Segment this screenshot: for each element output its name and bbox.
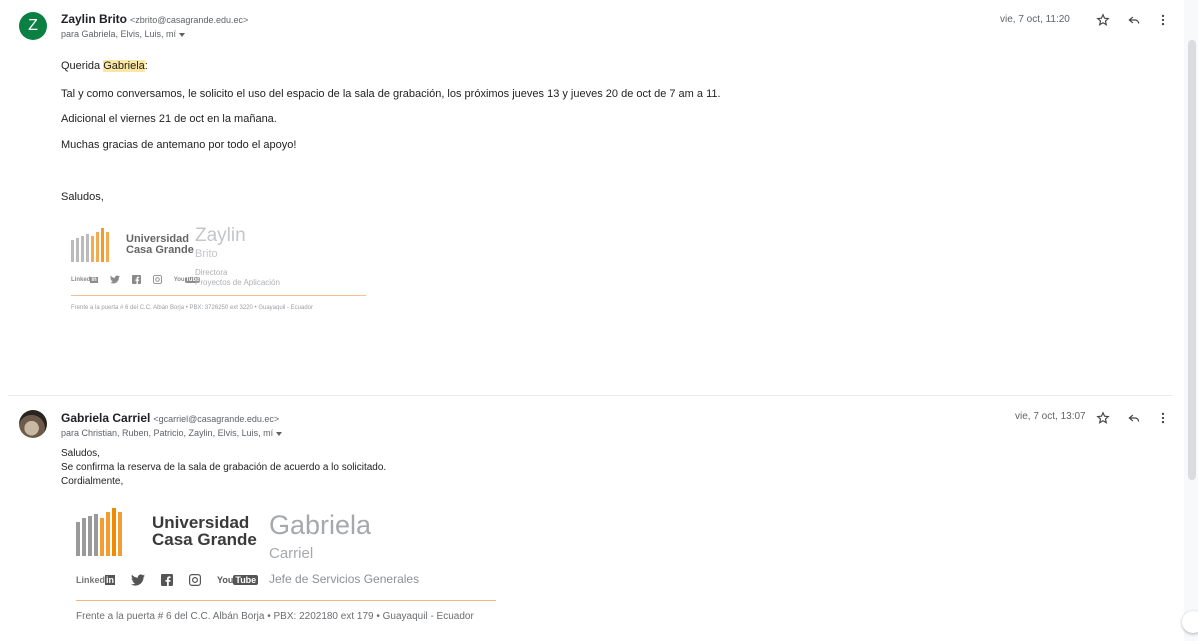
reply-button[interactable]	[1126, 12, 1142, 28]
signature-last-name: Carriel	[269, 545, 314, 562]
facebook-icon[interactable]	[161, 574, 174, 586]
signature-divider	[76, 600, 496, 601]
star-button[interactable]	[1095, 410, 1111, 426]
more-vert-icon	[1161, 412, 1165, 424]
star-icon	[1096, 13, 1110, 26]
sender-email: <zbrito@casagrande.edu.ec>	[130, 15, 249, 25]
chevron-down-icon	[179, 32, 186, 37]
closing: Saludos,	[61, 191, 104, 203]
signature-divider	[71, 295, 366, 296]
sender-name[interactable]: Gabriela Carriel	[61, 411, 150, 425]
university-logo-bars	[71, 226, 109, 262]
sender-avatar[interactable]: Z	[19, 12, 47, 40]
body-line: Tal y como conversamos, le solicito el u…	[61, 88, 721, 100]
message-1: Z Zaylin Brito <zbrito@casagrande.edu.ec>…	[0, 0, 1180, 395]
body-line: Saludos,	[61, 448, 100, 459]
greeting: Querida Gabriela:	[61, 60, 148, 72]
university-line-2: Casa Grande	[152, 530, 257, 549]
message-date: vie, 7 oct, 11:20	[1000, 14, 1070, 25]
more-options-button[interactable]	[1155, 410, 1171, 426]
scrollbar-track[interactable]	[1184, 0, 1198, 641]
linkedin-icon[interactable]: Linkedin	[71, 276, 98, 283]
email-thread: Z Zaylin Brito <zbrito@casagrande.edu.ec>…	[0, 0, 1198, 641]
more-options-button[interactable]	[1155, 12, 1171, 28]
signature-first-name: Zaylin	[195, 225, 246, 246]
instagram-icon[interactable]	[152, 275, 162, 284]
more-vert-icon	[1161, 14, 1165, 26]
reply-icon	[1128, 414, 1140, 422]
recipients-label: para Christian, Ruben, Patricio, Zaylin,…	[61, 428, 274, 438]
chevron-down-icon	[276, 431, 283, 436]
signature-role: Jefe de Servicios Generales	[269, 572, 420, 586]
university-name: Universidad Casa Grande	[126, 234, 194, 256]
twitter-icon[interactable]	[131, 574, 146, 586]
greeting-suffix: :	[144, 60, 148, 72]
scrollbar-thumb[interactable]	[1188, 40, 1196, 480]
reply-button[interactable]	[1126, 410, 1142, 426]
sender-avatar[interactable]	[19, 410, 47, 438]
body-line: Cordialmente,	[61, 476, 124, 487]
signature-address: Frente a la puerta # 6 del C.C. Albán Bo…	[71, 305, 314, 311]
reply-icon	[1128, 16, 1140, 24]
facebook-icon[interactable]	[131, 275, 141, 284]
body-line: Se confirma la reserva de la sala de gra…	[61, 462, 387, 473]
role-line-2: Proyectos de Aplicación	[195, 277, 280, 287]
recipients-toggle[interactable]: para Gabriela, Elvis, Luis, mí	[61, 29, 186, 39]
social-icons: Linkedin YouTube	[71, 275, 201, 284]
recipients-label: para Gabriela, Elvis, Luis, mí	[61, 29, 177, 39]
signature-first-name: Gabriela	[269, 510, 372, 540]
linkedin-icon[interactable]: Linkedin	[76, 575, 116, 585]
twitter-icon[interactable]	[109, 275, 120, 284]
signature-block: Universidad Casa Grande Zaylin Brito Lin…	[61, 212, 376, 342]
youtube-icon[interactable]: YouTube	[217, 575, 259, 585]
star-button[interactable]	[1095, 12, 1111, 28]
role-line-1: Directora	[195, 268, 228, 277]
university-line-2: Casa Grande	[126, 244, 194, 256]
signature-address: Frente a la puerta # 6 del C.C. Albán Bo…	[76, 611, 474, 622]
message-date: vie, 7 oct, 13:07	[1015, 411, 1086, 422]
message-2: Gabriela Carriel <gcarriel@casagrande.edu…	[0, 396, 1180, 641]
signature-block: Universidad Casa Grande Gabriela Carriel…	[61, 502, 521, 637]
greeting-prefix: Querida	[61, 60, 104, 72]
signature-role: Directora Proyectos de Aplicación	[195, 268, 280, 287]
recipients-toggle[interactable]: para Christian, Ruben, Patricio, Zaylin,…	[61, 428, 283, 438]
sender-line: Zaylin Brito <zbrito@casagrande.edu.ec>	[61, 12, 248, 26]
highlighted-name: Gabriela	[103, 60, 145, 72]
university-logo-bars	[76, 506, 122, 556]
sender-line: Gabriela Carriel <gcarriel@casagrande.edu…	[61, 411, 279, 425]
social-icons: Linkedin YouTube	[76, 574, 259, 586]
instagram-icon[interactable]	[189, 574, 202, 586]
star-icon	[1096, 411, 1110, 424]
side-panel-toggle[interactable]	[1182, 611, 1198, 633]
university-line-1: Universidad	[152, 513, 250, 532]
sender-email: <gcarriel@casagrande.edu.ec>	[153, 414, 280, 424]
body-line: Adicional el viernes 21 de oct en la mañ…	[61, 113, 277, 125]
signature-last-name: Brito	[195, 248, 218, 260]
body-line: Muchas gracias de antemano por todo el a…	[61, 139, 297, 151]
university-name: Universidad Casa Grande	[152, 514, 257, 548]
sender-name[interactable]: Zaylin Brito	[61, 12, 127, 26]
